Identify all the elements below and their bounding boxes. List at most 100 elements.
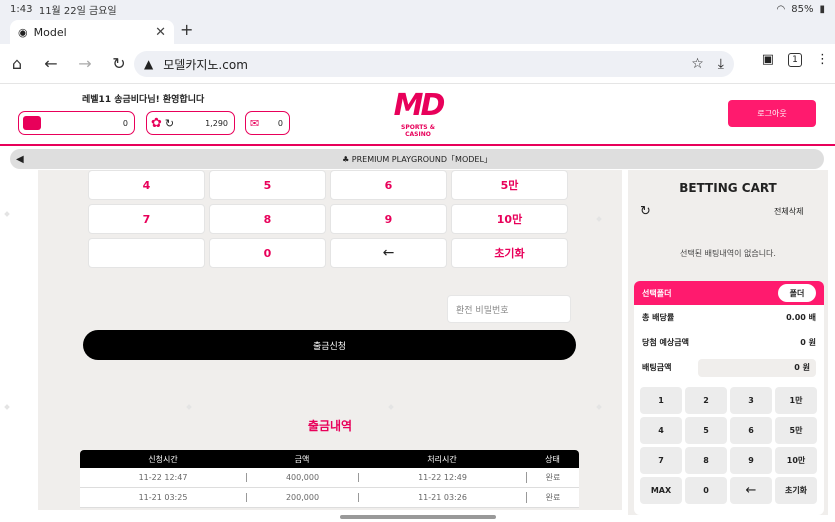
wallet-icon	[23, 116, 41, 130]
home-indicator[interactable]	[340, 515, 496, 519]
cart-key-0[interactable]: 0	[685, 477, 727, 504]
message-count: 0	[277, 118, 283, 128]
expected-win-row: 당첨 예상금액 0 원	[634, 330, 824, 355]
cart-key-2[interactable]: 2	[685, 387, 727, 414]
logout-button[interactable]: 로그아웃	[728, 100, 816, 127]
tab-title: Model	[33, 25, 67, 39]
cart-key-6[interactable]: 6	[730, 417, 772, 444]
key-50k[interactable]: 5만	[451, 170, 568, 200]
cart-key-5[interactable]: 5	[685, 417, 727, 444]
wallet-box[interactable]: 0	[18, 111, 135, 135]
withdraw-panel: 4 5 6 5만 7 8 9 10만 0 ← 초기화 환전 비밀번호 출금신청 …	[38, 170, 622, 510]
withdraw-submit-button[interactable]: 출금신청	[83, 330, 576, 360]
point-box[interactable]: ✿ ↻ 1,290	[146, 111, 235, 135]
cart-key-reset[interactable]: 초기화	[775, 477, 817, 504]
table-row: 11-21 03:25 200,000 11-21 03:26 완료	[80, 488, 579, 508]
wifi-icon: ◠	[776, 3, 786, 15]
table-header: 신청시간 금액 처리시간 상태	[80, 450, 579, 468]
tab-count-icon[interactable]: 1	[788, 52, 802, 67]
wallet-balance: 0	[122, 118, 128, 128]
translate-icon[interactable]: ▣	[762, 52, 774, 67]
message-box[interactable]: ✉ 0	[245, 111, 290, 135]
key-8[interactable]: 8	[209, 204, 326, 234]
cart-key-50k[interactable]: 5만	[775, 417, 817, 444]
refresh-icon[interactable]: ↻	[640, 204, 651, 219]
key-blank[interactable]	[88, 238, 205, 268]
cell-request-time: 11-22 12:47	[138, 473, 188, 482]
cell-status: 완료	[526, 472, 579, 483]
key-7[interactable]: 7	[88, 204, 205, 234]
bet-slip: 선택폴더 폴더 총 배당률 0.00 배 당첨 예상금액 0 원 배팅금액 0 …	[634, 281, 824, 515]
withdraw-password-input[interactable]: 환전 비밀번호	[447, 295, 571, 323]
col-amount: 금액	[294, 454, 310, 464]
menu-icon[interactable]: ⋮	[816, 52, 829, 67]
col-request-time: 신청시간	[148, 454, 178, 464]
col-processed-time: 처리시간	[427, 454, 457, 464]
forward-icon[interactable]: →	[68, 54, 102, 73]
download-icon[interactable]: ⤓	[718, 56, 724, 72]
point-icon: ✿	[151, 115, 162, 131]
background-dot	[4, 211, 10, 217]
background-dot	[4, 404, 10, 410]
cart-title: BETTING CART	[679, 181, 777, 195]
system-status-bar: 1:43 11월 22일 금요일 ◠ 85% ▮	[0, 0, 835, 18]
slip-header: 선택폴더 폴더	[634, 281, 824, 305]
browser-toolbar: ⌂ ← → ↻ ▲ 모델카지노.com ☆ ⤓ ▣ 1 ⋮	[0, 44, 835, 84]
status-date: 11월 22일 금요일	[38, 5, 117, 17]
refresh-point-icon[interactable]: ↻	[165, 117, 174, 130]
cart-key-100k[interactable]: 10만	[775, 447, 817, 474]
cart-key-10k[interactable]: 1만	[775, 387, 817, 414]
total-odds-value: 0.00 배	[786, 313, 816, 322]
bet-amount-input[interactable]: 0 원	[698, 358, 816, 377]
cart-key-4[interactable]: 4	[640, 417, 682, 444]
clear-all-button[interactable]: 전체삭제	[774, 206, 803, 217]
home-icon[interactable]: ⌂	[0, 54, 34, 73]
cart-key-8[interactable]: 8	[685, 447, 727, 474]
reload-icon[interactable]: ↻	[102, 54, 136, 73]
address-bar[interactable]: ▲ 모델카지노.com ☆ ⤓	[134, 51, 734, 77]
battery-percent: 85%	[791, 3, 814, 15]
key-reset[interactable]: 초기화	[451, 238, 568, 268]
message-icon: ✉	[250, 116, 260, 130]
withdraw-history-table: 신청시간 금액 처리시간 상태 11-22 12:47 400,000 11-2…	[80, 450, 579, 508]
col-status: 상태	[545, 454, 560, 464]
fold-button[interactable]: 폴더	[778, 284, 816, 302]
table-row: 11-22 12:47 400,000 11-22 12:49 완료	[80, 468, 579, 488]
expected-win-value: 0 원	[800, 338, 816, 347]
key-4[interactable]: 4	[88, 170, 205, 200]
slip-label: 선택폴더	[642, 288, 672, 298]
close-tab-icon[interactable]: ✕	[155, 25, 166, 40]
cell-processed-time: 11-22 12:49	[358, 473, 526, 482]
browser-tab[interactable]: ◉ Model ✕	[10, 20, 174, 44]
key-backspace[interactable]: ←	[330, 238, 447, 268]
cell-processed-time: 11-21 03:26	[358, 493, 526, 502]
bookmark-star-icon[interactable]: ☆	[691, 56, 704, 72]
url-text: 모델카지노.com	[163, 57, 248, 72]
cell-amount: 200,000	[246, 493, 358, 502]
cart-key-7[interactable]: 7	[640, 447, 682, 474]
point-balance: 1,290	[205, 118, 228, 128]
cart-key-1[interactable]: 1	[640, 387, 682, 414]
warning-icon: ▲	[144, 57, 154, 71]
globe-icon: ◉	[18, 25, 28, 39]
cell-amount: 400,000	[246, 473, 358, 482]
speaker-icon: ◀	[16, 153, 24, 165]
key-0[interactable]: 0	[209, 238, 326, 268]
site-logo[interactable]: MD SPORTS & CASINO	[388, 88, 448, 142]
site-header: 레벨11 송금비다님! 환영합니다 0 ✿ ↻ 1,290 ✉ 0 MD SPO…	[0, 84, 835, 146]
cart-key-3[interactable]: 3	[730, 387, 772, 414]
tab-strip: ◉ Model ✕ +	[0, 18, 835, 44]
empty-cart-message: 선택된 배팅내역이 없습니다.	[680, 249, 776, 258]
history-title: 출금내역	[307, 419, 353, 433]
key-6[interactable]: 6	[330, 170, 447, 200]
cart-key-9[interactable]: 9	[730, 447, 772, 474]
new-tab-icon[interactable]: +	[180, 20, 193, 39]
back-icon[interactable]: ←	[34, 54, 68, 73]
logo-subtitle: SPORTS & CASINO	[401, 124, 435, 138]
cart-key-backspace[interactable]: ←	[730, 477, 772, 504]
battery-icon: ▮	[819, 3, 825, 15]
key-100k[interactable]: 10만	[451, 204, 568, 234]
key-9[interactable]: 9	[330, 204, 447, 234]
cart-key-max[interactable]: MAX	[640, 477, 682, 504]
key-5[interactable]: 5	[209, 170, 326, 200]
